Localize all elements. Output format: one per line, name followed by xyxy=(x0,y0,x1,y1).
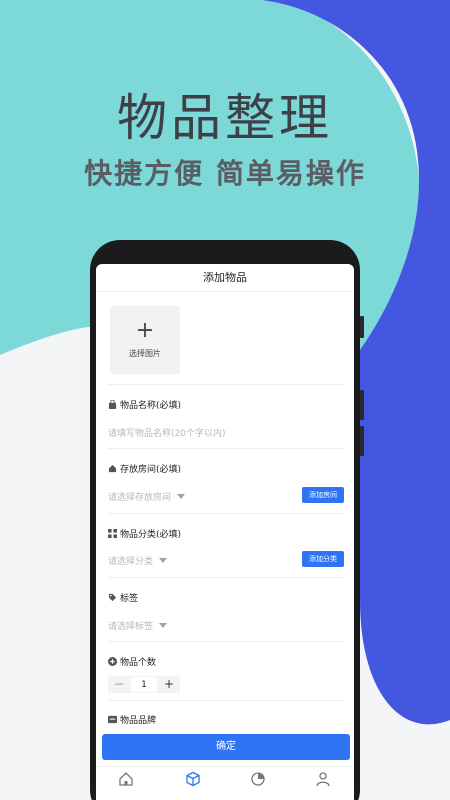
add-room-button[interactable]: 添加房间 xyxy=(302,487,344,503)
chevron-down-icon xyxy=(159,623,168,628)
chevron-down-icon xyxy=(177,494,186,499)
select-image-button[interactable]: + 选择图片 xyxy=(110,306,180,374)
nav-title: 添加物品 xyxy=(96,264,354,292)
divider xyxy=(108,700,344,701)
storage-room-select[interactable]: 请选择存放房间 xyxy=(108,490,186,503)
divider xyxy=(108,577,344,578)
phone-side-button xyxy=(360,426,364,456)
tag-icon xyxy=(108,593,117,602)
tab-bar xyxy=(96,766,354,800)
category-label: 物品分类(必填) xyxy=(108,527,181,540)
increment-button[interactable]: + xyxy=(158,676,180,693)
tag-select[interactable]: 请选择标签 xyxy=(108,619,168,632)
item-name-label: 物品名称(必填) xyxy=(108,398,181,411)
home-icon xyxy=(108,464,117,473)
quantity-stepper: − 1 + xyxy=(108,676,180,693)
category-select[interactable]: 请选择分类 xyxy=(108,554,168,567)
page-title: 物品整理 xyxy=(117,89,333,147)
divider xyxy=(108,448,344,449)
chevron-down-icon xyxy=(159,558,168,563)
item-name-input[interactable]: 请填写物品名称(20个字以内) xyxy=(108,426,225,439)
divider xyxy=(108,384,344,385)
select-image-label: 选择图片 xyxy=(129,349,161,358)
brand-icon xyxy=(108,715,117,724)
page-subtitle: 快捷方便 简单易操作 xyxy=(84,157,366,190)
phone-frame: 添加物品 + 选择图片 物品名称(必填) 请填写物品名称(20个字以内) 存放房… xyxy=(90,240,364,800)
app-screen: 添加物品 + 选择图片 物品名称(必填) 请填写物品名称(20个字以内) 存放房… xyxy=(96,264,354,800)
divider xyxy=(108,641,344,642)
tag-label: 标签 xyxy=(108,591,138,604)
confirm-button[interactable]: 确定 xyxy=(102,734,350,760)
grid-icon xyxy=(108,529,117,538)
divider xyxy=(108,513,344,514)
brand-label: 物品品牌 xyxy=(108,713,156,726)
plus-circle-icon xyxy=(108,657,117,666)
storage-room-label: 存放房间(必填) xyxy=(108,462,181,475)
phone-side-button xyxy=(360,316,364,338)
quantity-value[interactable]: 1 xyxy=(130,676,158,693)
tab-chart-icon[interactable] xyxy=(250,771,266,787)
add-category-button[interactable]: 添加分类 xyxy=(302,551,344,567)
bag-icon xyxy=(108,400,117,409)
decrement-button[interactable]: − xyxy=(108,676,130,693)
plus-icon: + xyxy=(135,318,155,343)
tab-user-icon[interactable] xyxy=(315,771,331,787)
item-count-label: 物品个数 xyxy=(108,655,156,668)
tab-box-icon[interactable] xyxy=(185,771,201,787)
phone-side-button xyxy=(360,390,364,420)
tab-home-icon[interactable] xyxy=(118,771,134,787)
